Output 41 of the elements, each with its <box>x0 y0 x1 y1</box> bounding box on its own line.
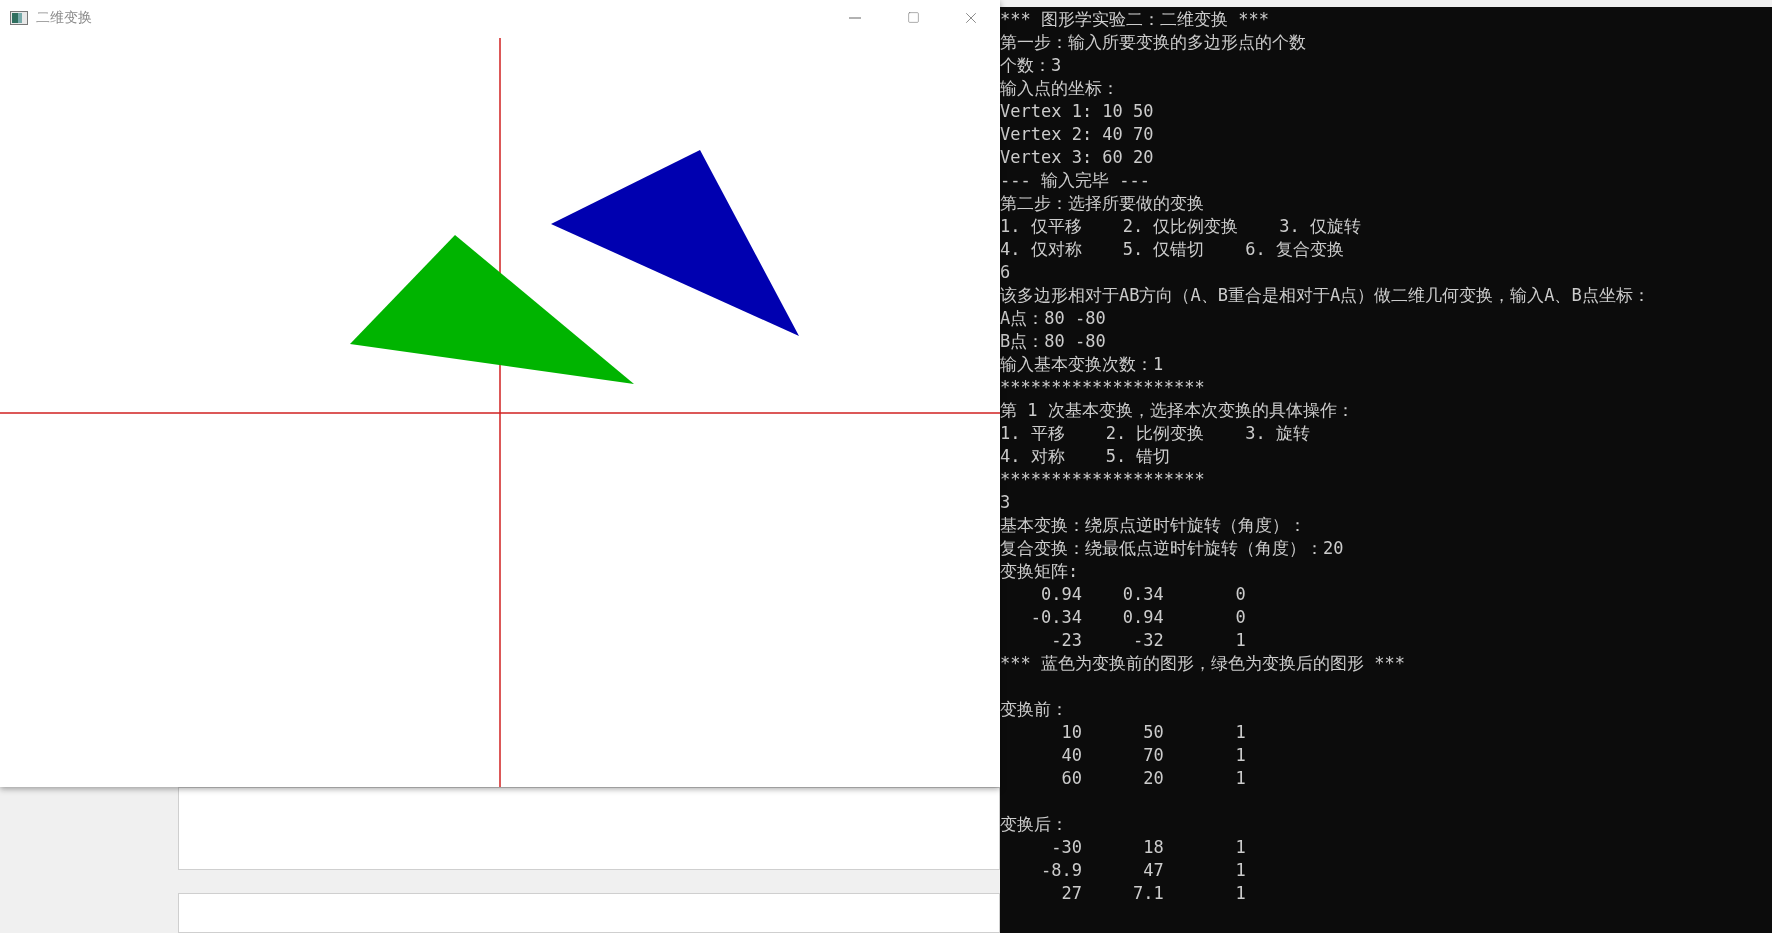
window-app-icon <box>10 10 28 25</box>
maximize-icon <box>906 11 920 24</box>
console-line: 6 <box>1000 261 1011 284</box>
console-line: 变换矩阵: <box>1000 560 1079 583</box>
console-line: 27 7.1 1 <box>1060 882 1246 905</box>
console-line: 该多边形相对于AB方向（A、B重合是相对于A点）做二维几何变换，输入A、B点坐标： <box>1000 284 1650 307</box>
console-line: 0.94 0.34 0 <box>1039 583 1246 606</box>
console-line: Vertex 1: 10 50 <box>1000 100 1154 123</box>
console-line: 复合变换：绕最低点逆时针旋转（角度）：20 <box>1000 537 1344 560</box>
console-line: 第二步：选择所要做的变换 <box>1000 192 1204 215</box>
console-line: 基本变换：绕原点逆时针旋转（角度）： <box>1000 514 1306 537</box>
console-line: 个数：3 <box>1000 54 1062 77</box>
console-line: 第一步：输入所要变换的多边形点的个数 <box>1000 31 1306 54</box>
console-line: *** 蓝色为变换前的图形，绿色为变换后的图形 *** <box>1000 652 1405 675</box>
minimize-icon <box>849 16 861 19</box>
console-line: --- 输入完毕 --- <box>1000 169 1150 192</box>
console-line: A点：80 -80 <box>1000 307 1106 330</box>
console-line: 1. 平移 2. 比例变换 3. 旋转 <box>1000 422 1310 445</box>
console-line: -0.34 0.94 0 <box>1029 606 1246 629</box>
console-line: Vertex 2: 40 70 <box>1000 123 1154 146</box>
console-line: 变换前： <box>1000 698 1068 721</box>
console-line: -23 -32 1 <box>1050 629 1246 652</box>
console-line: 4. 仅对称 5. 仅错切 6. 复合变换 <box>1000 238 1344 261</box>
console-line: 10 50 1 <box>1060 721 1246 744</box>
console-line: 变换后： <box>1000 813 1068 836</box>
console-line: -8.9 47 1 <box>1039 859 1246 882</box>
console-line: 40 70 1 <box>1060 744 1246 767</box>
console-line: 输入点的坐标： <box>1000 77 1119 100</box>
console-line: 1. 仅平移 2. 仅比例变换 3. 仅旋转 <box>1000 215 1361 238</box>
console-line: 4. 对称 5. 错切 <box>1000 445 1171 468</box>
console-line: ******************** <box>1000 468 1205 491</box>
console-line: ******************** <box>1000 376 1205 399</box>
console-line: -30 18 1 <box>1050 836 1246 859</box>
console-line: B点：80 -80 <box>1000 330 1106 353</box>
console-line: Vertex 3: 60 20 <box>1000 146 1154 169</box>
console-line: 第 1 次基本变换，选择本次变换的具体操作： <box>1000 399 1354 422</box>
console-line: 输入基本变换次数：1 <box>1000 353 1164 376</box>
console-line: 60 20 1 <box>1060 767 1246 790</box>
console-line: 3 <box>1000 491 1011 514</box>
window-title: 二维变换 <box>36 8 92 27</box>
console-line: *** 图形学实验二：二维变换 *** <box>1000 8 1269 31</box>
